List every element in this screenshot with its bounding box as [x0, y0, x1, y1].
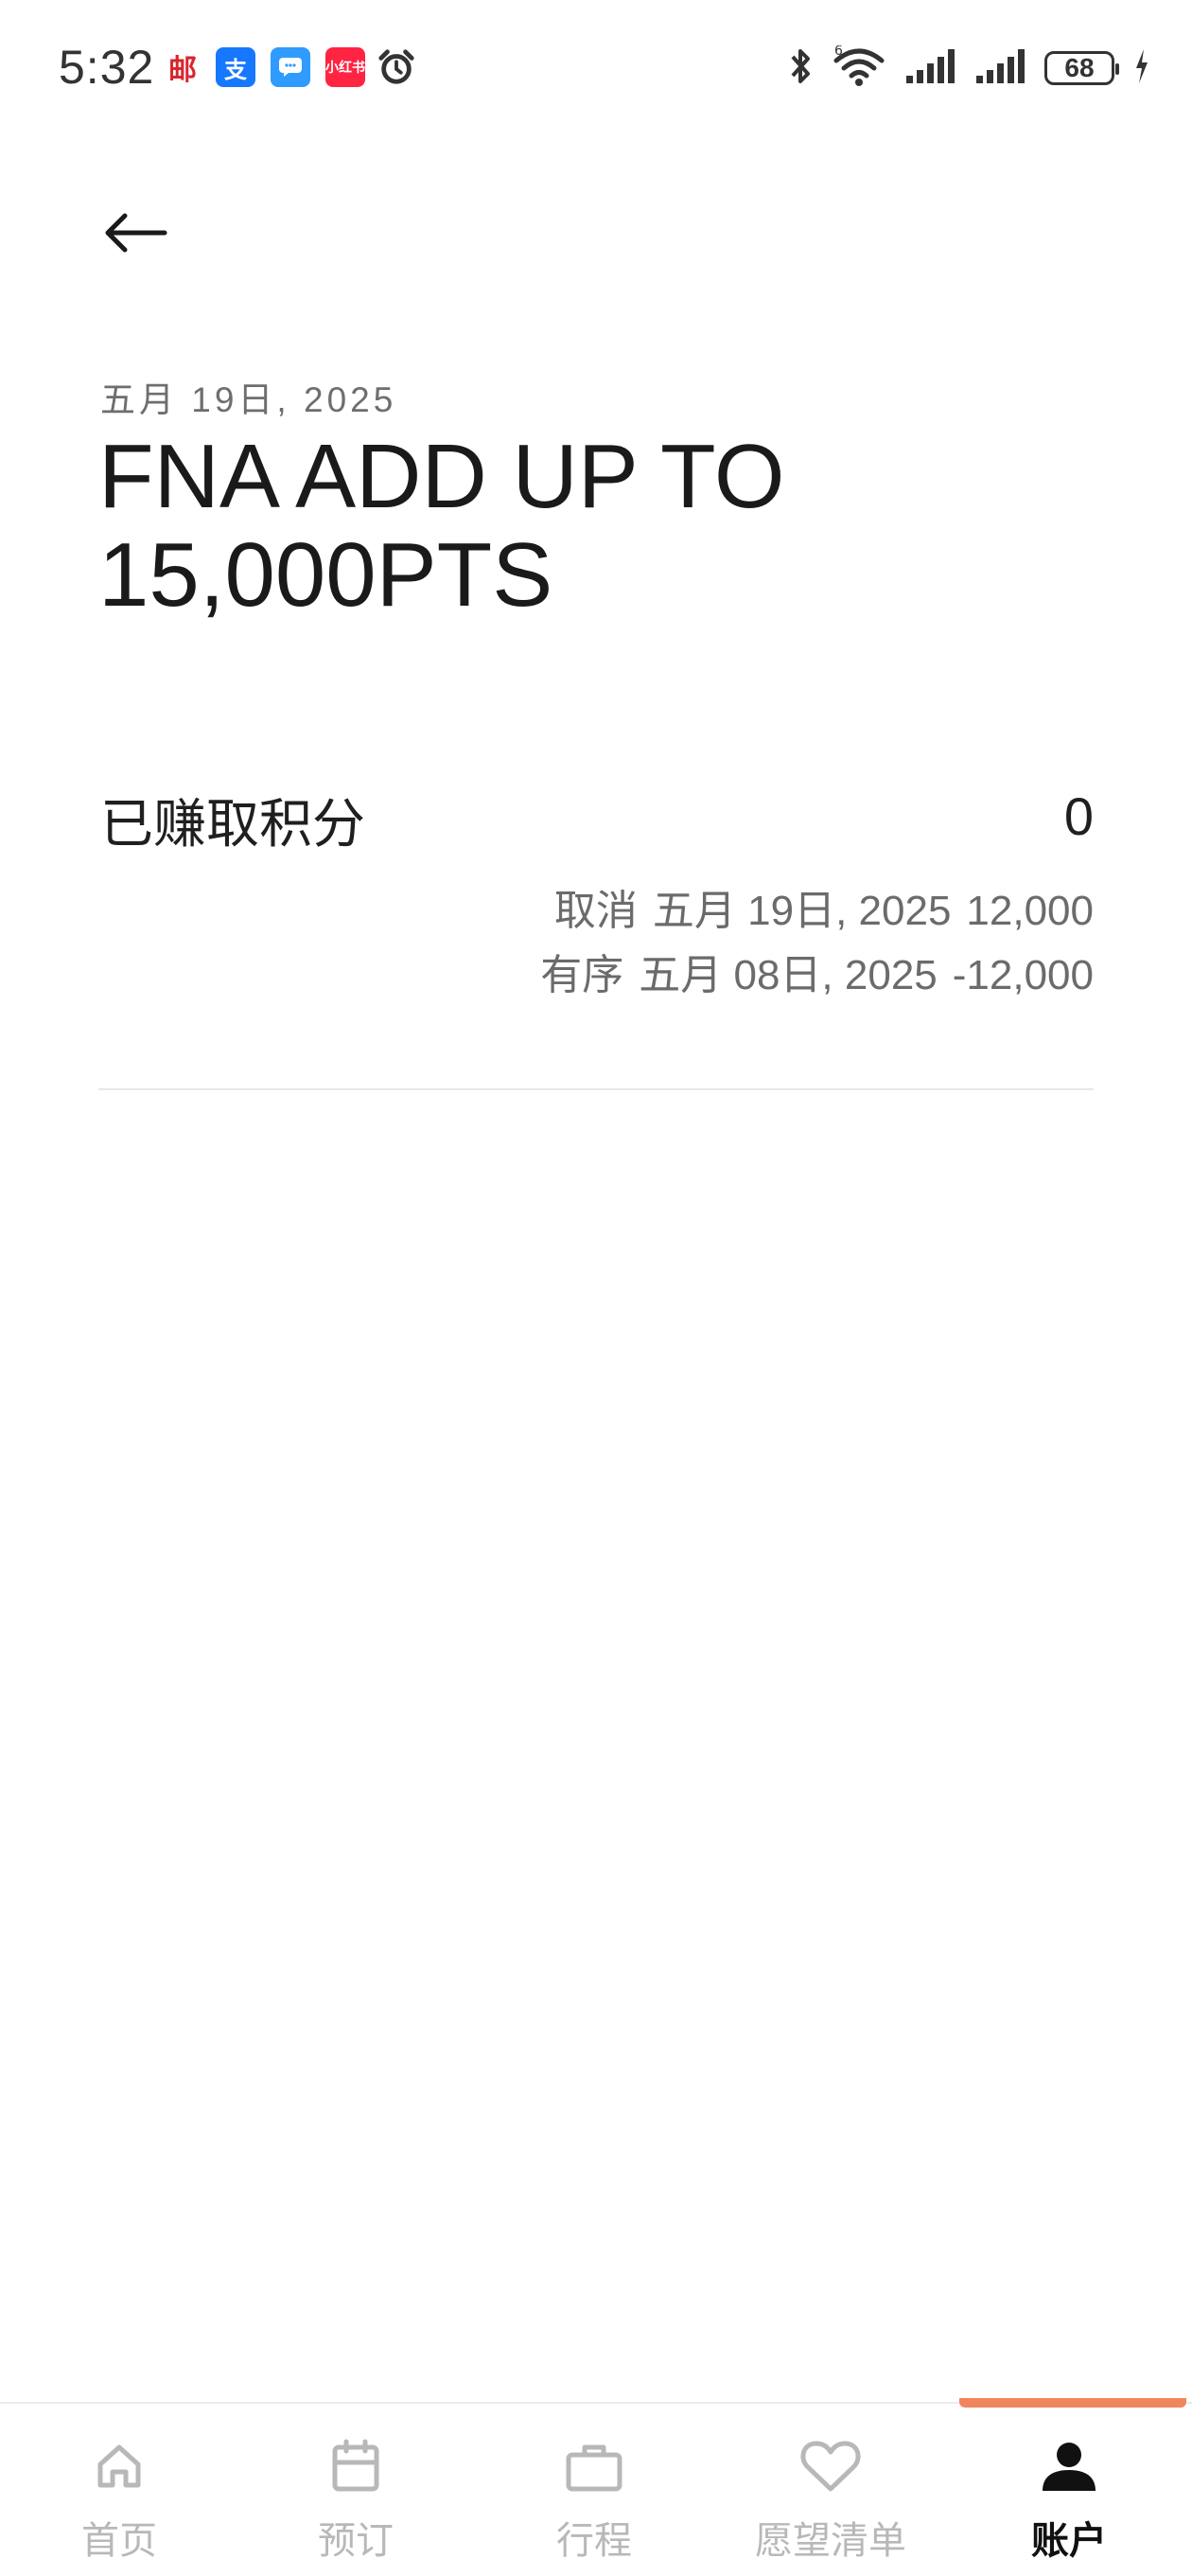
- message-app-icon: [271, 47, 310, 87]
- battery-indicator: 68: [1044, 51, 1119, 85]
- transaction-status: 有序: [540, 952, 624, 998]
- transaction-amount: 12,000: [966, 888, 1094, 934]
- status-indicators: 6 68: [789, 44, 1150, 92]
- transaction-date: 五月 08日, 2025: [639, 952, 938, 998]
- charging-icon: [1133, 47, 1150, 90]
- status-time: 5:32: [59, 41, 155, 94]
- section-divider: [98, 1088, 1094, 1090]
- nav-label-trips: 行程: [556, 2520, 632, 2562]
- arrow-left-icon: [102, 211, 168, 259]
- transaction-amount: -12,000: [952, 952, 1094, 998]
- points-earned-label: 已赚取积分: [100, 794, 365, 854]
- nav-label-booking: 预订: [318, 2520, 394, 2562]
- bottom-navigation: 首页 预订 行程 愿望清单 账户: [0, 2398, 1192, 2576]
- nav-tab-booking[interactable]: 预订: [261, 2432, 450, 2565]
- signal-icon: [904, 47, 955, 90]
- alarm-icon: [377, 47, 416, 87]
- calendar-icon: [329, 2432, 382, 2500]
- points-earned-value: 0: [1063, 786, 1094, 846]
- transaction-row: 有序 五月 08日, 2025 -12,000: [540, 941, 1094, 1001]
- nav-tab-home[interactable]: 首页: [25, 2432, 214, 2565]
- suitcase-icon: [564, 2432, 624, 2500]
- post-app-icon: 邮: [168, 54, 197, 87]
- transaction-status: 取消: [553, 888, 638, 934]
- back-button[interactable]: [95, 194, 176, 275]
- nav-tab-account[interactable]: 账户: [974, 2432, 1164, 2565]
- event-date: 五月 19日, 2025: [100, 380, 397, 419]
- nav-label-account: 账户: [1031, 2520, 1107, 2562]
- person-icon: [1039, 2432, 1099, 2500]
- heart-icon: [799, 2432, 862, 2500]
- transaction-date: 五月 19日, 2025: [652, 888, 952, 934]
- svg-text:6: 6: [834, 45, 843, 59]
- nav-tab-trips[interactable]: 行程: [500, 2432, 689, 2565]
- transaction-row: 取消 五月 19日, 2025 12,000: [554, 876, 1094, 937]
- home-icon: [93, 2432, 146, 2500]
- alipay-icon: 支: [216, 47, 255, 87]
- status-bar: 5:32 邮 支 小红书 6 68: [0, 0, 1192, 132]
- nav-tab-wishlist[interactable]: 愿望清单: [736, 2432, 925, 2565]
- nav-label-wishlist: 愿望清单: [755, 2520, 906, 2562]
- wifi-icon: 6: [833, 44, 885, 92]
- active-tab-indicator: [959, 2398, 1186, 2408]
- signal-icon-2: [974, 47, 1025, 90]
- nav-label-home: 首页: [81, 2520, 157, 2562]
- page-title: FNA ADD UP TO 15,000PTS: [98, 426, 785, 626]
- xiaohongshu-icon: 小红书: [325, 47, 365, 87]
- bluetooth-icon: [789, 45, 814, 92]
